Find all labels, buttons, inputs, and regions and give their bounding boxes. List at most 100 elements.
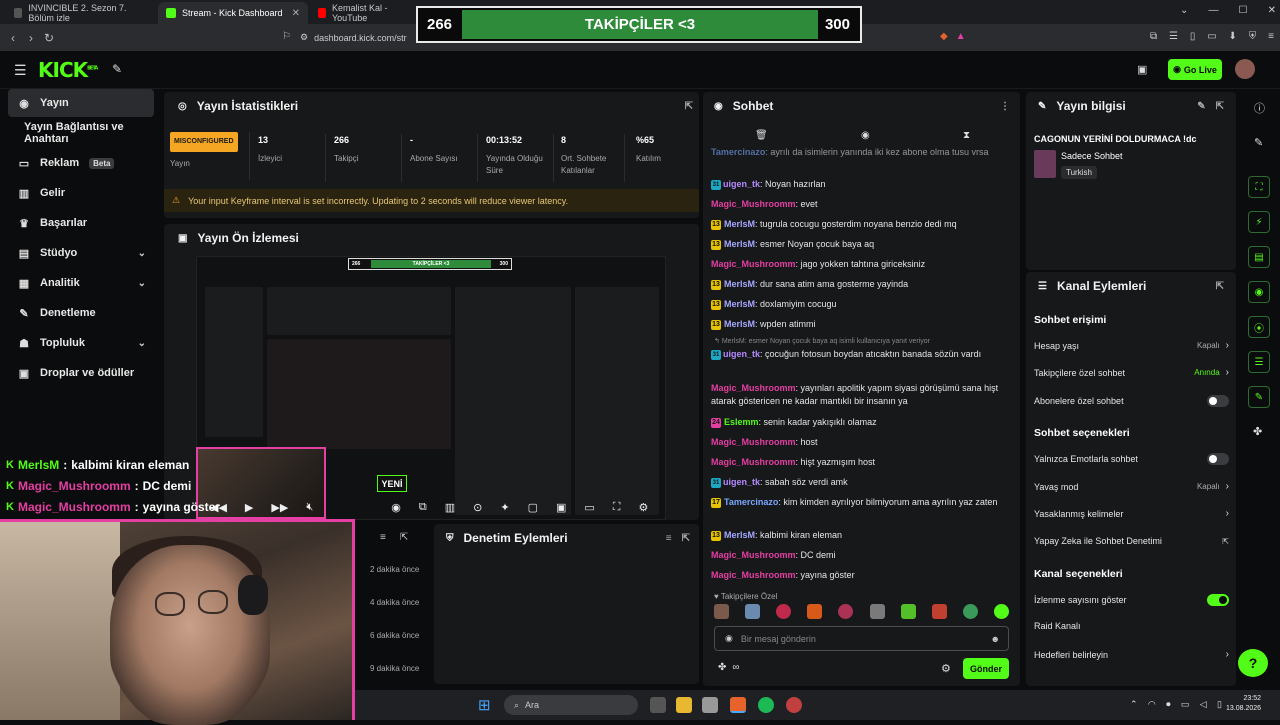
rail-widget-button[interactable]: ▤ — [1248, 246, 1270, 268]
brave-shield-icon[interactable]: ◆ — [940, 31, 948, 42]
apps-icon[interactable]: ✤ — [1253, 425, 1262, 438]
task-view-icon[interactable] — [650, 697, 666, 713]
chat-username[interactable]: Eslemm — [724, 417, 759, 427]
spotify-icon[interactable] — [758, 697, 774, 713]
chat-settings-icon[interactable]: ⚙ — [941, 662, 951, 675]
sidebar-item-yayin[interactable]: ◉ Yayın — [8, 89, 154, 117]
chat-message[interactable]: 13 MerlsM: tugrula cocugu gosterdim noyan… — [711, 218, 1011, 231]
chat-username[interactable]: uigen_tk — [723, 349, 760, 359]
sidebar-item-gelir[interactable]: ▥ Gelir — [8, 179, 154, 207]
tray-arrow-icon[interactable]: ⌃ — [1130, 699, 1138, 710]
followers-chat-row[interactable]: Takipçilere özel sohbet Anında › — [1034, 367, 1229, 378]
mute-icon[interactable]: 🔇︎ — [306, 501, 313, 514]
sidebar-item-studyo[interactable]: ▤ Stüdyo ⌄ — [8, 239, 154, 267]
back-icon[interactable]: ‹ — [4, 31, 22, 45]
layout-icon[interactable]: ▥ — [445, 501, 455, 514]
minimize-icon[interactable]: — — [1208, 5, 1218, 16]
pin-icon[interactable]: ✎ — [112, 62, 122, 76]
file-explorer-icon[interactable] — [676, 697, 692, 713]
slow-mode-row[interactable]: Yavaş mod Kapalı › — [1034, 481, 1229, 492]
clock[interactable]: 23:52 13.08.2026 — [1226, 694, 1261, 714]
battery-icon[interactable]: ▯ — [1217, 699, 1222, 710]
chat-message[interactable]: 24 Eslemm: senin kadar yakışıklı olamaz — [711, 416, 1011, 429]
sidebar-item-topluluk[interactable]: ☗ Topluluk ⌄ — [8, 329, 154, 357]
message-icon[interactable]: ◉ — [861, 130, 870, 141]
chat-username[interactable]: uigen_tk — [723, 179, 760, 189]
emote-icon[interactable] — [869, 604, 885, 619]
fullscreen-icon[interactable]: ⛶ — [613, 501, 621, 514]
chat-message[interactable]: 13 MerlsM: doxlamiyim cocugu — [711, 298, 1011, 311]
go-live-button[interactable]: ◉ Go Live — [1168, 59, 1222, 80]
stream-category[interactable]: Sadece Sohbet — [1061, 151, 1123, 161]
popout-icon[interactable]: ⇱ — [400, 532, 408, 543]
forward-icon[interactable]: › — [22, 31, 40, 45]
close-window-icon[interactable]: ✕ — [1268, 5, 1276, 16]
chat-username[interactable]: uigen_tk — [723, 477, 760, 487]
chat-message[interactable]: Magic_Mushroomm: yayınları apolitik yapı… — [711, 382, 1011, 408]
emote-icon[interactable] — [900, 604, 916, 619]
windows-start-icon[interactable]: ⊞ — [478, 696, 491, 714]
send-button[interactable]: Gönder — [963, 658, 1009, 679]
play-icon[interactable]: ▶ — [245, 501, 253, 514]
taskbar-search[interactable]: ⌕ Ara — [504, 695, 638, 715]
filter-icon[interactable]: ≡ — [666, 533, 672, 544]
banned-words-row[interactable]: Yasaklanmış kelimeler › — [1034, 508, 1229, 519]
chat-username[interactable]: MerlsM — [724, 530, 755, 540]
popout-icon[interactable]: ⇱ — [682, 533, 690, 544]
chat-username[interactable]: MerlsM — [724, 219, 755, 229]
sparkle-icon[interactable]: ✦ — [500, 501, 509, 514]
download-icon[interactable]: ⬇ — [1229, 31, 1237, 42]
sidebar-item-stream-key[interactable]: Yayın Bağlantısı ve Anahtarı — [8, 119, 160, 147]
site-info-icon[interactable]: ⚙ — [300, 32, 308, 43]
rewards-icon[interactable]: ▲ — [956, 31, 966, 42]
sidebar-item-droplar[interactable]: ▣ Droplar ve ödüller — [8, 359, 154, 387]
popout-icon[interactable]: ⇱ — [685, 101, 693, 112]
emote-only-toggle[interactable] — [1207, 453, 1229, 465]
chat-message[interactable]: 31 uigen_tk: sabah söz verdi amk — [711, 476, 1011, 489]
emoji-icon[interactable]: ☻ — [991, 634, 1000, 644]
avatar[interactable] — [1235, 59, 1255, 79]
browser-tab-active[interactable]: Stream - Kick Dashboard ✕ — [158, 2, 308, 24]
emote-icon[interactable] — [931, 604, 947, 619]
forward-icon[interactable]: ▶▶ — [271, 501, 288, 514]
chat-username[interactable]: Magic_Mushroomm — [711, 259, 796, 269]
chat-username[interactable]: Magic_Mushroomm — [711, 550, 796, 560]
chat-message[interactable]: 13 MerlsM: dur sana atim ama gosterme yay… — [711, 278, 1011, 291]
show-viewers-toggle[interactable] — [1207, 594, 1229, 606]
chat-message[interactable]: 13 MerlsM: kalbimi kiran eleman — [711, 529, 1011, 542]
chat-message[interactable]: 13 MerlsM: wpden atimmi — [711, 318, 1011, 331]
popout-icon[interactable]: ⇱ — [1216, 101, 1224, 112]
chat-input[interactable]: ◉ Bir mesaj gönderin ☻ — [714, 626, 1009, 651]
sidebar-item-reklam[interactable]: ▭ Reklam Beta — [8, 149, 154, 177]
emote-icon[interactable] — [776, 604, 792, 619]
help-button[interactable]: ? — [1238, 649, 1268, 677]
chat-message[interactable]: 13 MerlsM: esmer Noyan çocuk baya aq — [711, 238, 1011, 251]
chat-username[interactable]: MerlsM — [724, 319, 755, 329]
goals-row[interactable]: Hedefleri belirleyin › — [1034, 649, 1229, 660]
store-icon[interactable] — [702, 697, 718, 713]
obs-icon[interactable] — [786, 697, 802, 713]
clip-icon[interactable]: ⊙ — [473, 501, 482, 514]
ai-moderation-row[interactable]: Yapay Zeka ile Sohbet Denetimi ⇱ — [1034, 536, 1229, 546]
chat-username[interactable]: Magic_Mushroomm — [711, 570, 796, 580]
chat-message[interactable]: 31 uigen_tk: Noyan hazırlan — [711, 178, 1011, 191]
sidebar-item-analitik[interactable]: ▦ Analitik ⌄ — [8, 269, 154, 297]
chat-username[interactable]: MerlsM — [724, 299, 755, 309]
chat-username[interactable]: MerlsM — [724, 239, 755, 249]
chat-message[interactable]: Magic_Mushroomm: DC demi — [711, 549, 1011, 562]
emote-icon[interactable] — [714, 604, 729, 619]
emote-icon[interactable] — [745, 604, 761, 619]
hourglass-icon[interactable]: ⧗ — [963, 130, 970, 141]
extensions-icon[interactable]: ⧉ — [1150, 31, 1157, 42]
chat-message[interactable]: Magic_Mushroomm: hişt yazmışım host — [711, 456, 1011, 469]
chat-message[interactable]: Magic_Mushroomm: host — [711, 436, 1011, 449]
rail-widget-button[interactable]: ⛶ — [1248, 176, 1270, 198]
chat-message[interactable]: 31 uigen_tk: çocuğun fotosun boydan atıca… — [711, 348, 1011, 361]
maximize-icon[interactable]: ☐ — [1239, 5, 1248, 16]
url-field[interactable]: ⚙ dashboard.kick.com/str — [300, 28, 420, 47]
raid-row[interactable]: Raid Kanalı — [1034, 621, 1229, 631]
infinity-icon[interactable]: ∞ — [732, 662, 739, 673]
sidebar-icon[interactable]: ▯ — [1190, 31, 1196, 42]
chat-message[interactable]: Tamercinazo: ayrılı da isimlerin yanında… — [711, 146, 1011, 160]
emote-icon[interactable] — [807, 604, 823, 619]
